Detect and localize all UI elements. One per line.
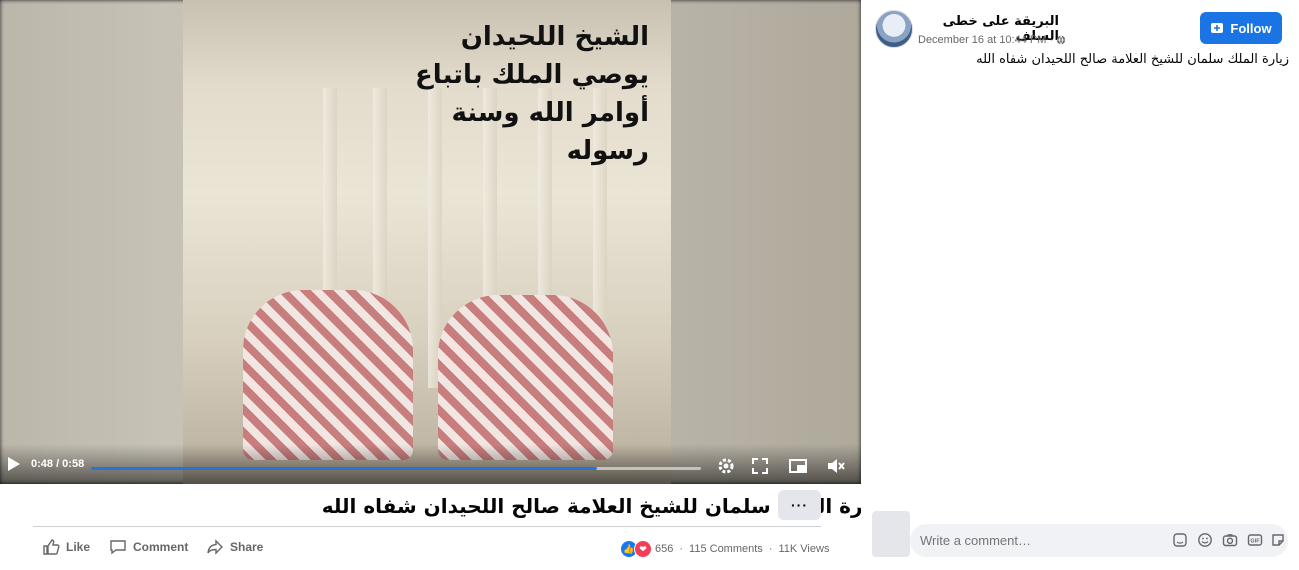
globe-icon: [1056, 35, 1066, 45]
reaction-count[interactable]: 656: [655, 543, 673, 555]
view-count: 11K Views: [778, 543, 830, 555]
post-timestamp[interactable]: December 16 at 10:44 PM ·: [918, 34, 1066, 46]
commenter-avatar: [872, 511, 910, 557]
video-progress-bar[interactable]: [91, 467, 701, 470]
share-label: Share: [230, 540, 264, 554]
sticker-icon[interactable]: [1172, 532, 1188, 548]
comment-count[interactable]: 115 Comments: [689, 543, 763, 555]
post-description: زيارة الملك سلمان للشيخ العلامة صالح الل…: [976, 52, 1289, 67]
post-date-text: December 16 at 10:44 PM ·: [918, 34, 1054, 46]
stats-separator: ·: [679, 543, 684, 555]
stats-separator: ·: [768, 543, 773, 555]
like-icon: [43, 539, 60, 555]
settings-icon[interactable]: [716, 456, 736, 476]
play-icon[interactable]: [7, 457, 21, 471]
overlay-line-1: الشيخ اللحيدان: [460, 22, 649, 52]
more-options-button[interactable]: ···: [778, 490, 821, 520]
love-reaction-icon: ❤: [634, 540, 652, 558]
gif-icon[interactable]: GIF: [1247, 532, 1263, 548]
share-button[interactable]: Share: [206, 538, 263, 556]
follow-label: Follow: [1230, 20, 1272, 36]
video-time: 0:48 / 0:58: [31, 458, 85, 470]
svg-text:GIF: GIF: [1250, 539, 1260, 545]
comment-box[interactable]: GIF: [910, 524, 1288, 557]
post-stats: 👍 ❤ 656 · 115 Comments · 11K Views: [620, 540, 829, 558]
avatar-sticker-icon[interactable]: [1270, 532, 1286, 548]
video-player[interactable]: الشيخ اللحيدان يوصي الملك باتباع أوامر ا…: [0, 0, 861, 484]
comment-input[interactable]: [920, 533, 1150, 548]
follow-icon: [1211, 23, 1224, 33]
like-button[interactable]: Like: [42, 538, 90, 556]
overlay-line-3: أوامر الله وسنة رسوله: [451, 98, 649, 166]
page-avatar[interactable]: [875, 10, 913, 48]
comment-icon: [110, 540, 126, 555]
video-person-right: [438, 295, 613, 460]
divider: [33, 526, 821, 527]
overlay-line-2: يوصي الملك باتباع: [415, 60, 649, 90]
follow-button[interactable]: Follow: [1200, 12, 1282, 44]
post-sidebar: البريقة على خطى السلف December 16 at 10:…: [861, 0, 1299, 570]
fullscreen-icon[interactable]: [750, 456, 770, 476]
video-progress-fill: [91, 467, 598, 470]
volume-icon[interactable]: [826, 456, 846, 476]
video-frame[interactable]: الشيخ اللحيدان يوصي الملك باتباع أوامر ا…: [183, 0, 671, 484]
camera-icon[interactable]: [1222, 532, 1238, 548]
pip-icon[interactable]: [788, 456, 808, 476]
comment-label: Comment: [133, 540, 189, 554]
like-label: Like: [66, 540, 91, 554]
share-icon: [207, 539, 223, 555]
comment-button[interactable]: Comment: [109, 538, 188, 556]
video-overlay-caption: الشيخ اللحيدان يوصي الملك باتباع أوامر ا…: [389, 18, 649, 170]
video-controls: 0:48 / 0:58: [0, 444, 861, 484]
video-person-left: [243, 290, 413, 460]
emoji-icon[interactable]: [1197, 532, 1213, 548]
